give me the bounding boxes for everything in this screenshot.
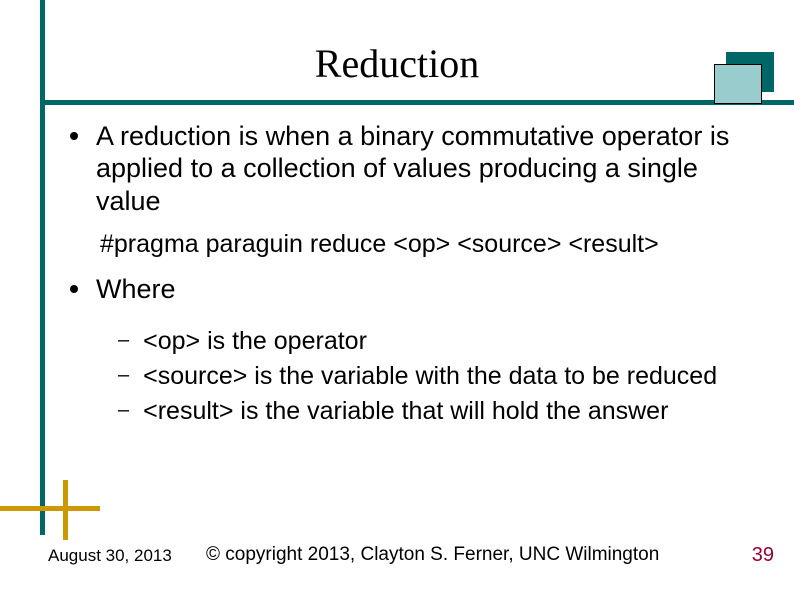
pragma-line: #pragma paraguin reduce <op> <source> <r… xyxy=(100,229,764,259)
bullet-text: Where xyxy=(96,273,176,305)
slide: Reduction A reduction is when a binary c… xyxy=(0,0,794,595)
bullet-dot-icon xyxy=(70,132,78,140)
footer-horizontal-rule xyxy=(0,506,100,511)
sub-bullet-text: <result> is the variable that will hold … xyxy=(143,396,668,427)
bullet-item: Where xyxy=(70,273,764,305)
sub-bullet-item: – <op> is the operator xyxy=(118,326,764,357)
footer-page-number: 39 xyxy=(752,544,774,567)
sub-bullet-item: – <source> is the variable with the data… xyxy=(118,361,764,392)
sub-bullet-item: – <result> is the variable that will hol… xyxy=(118,396,764,427)
title-area: Reduction xyxy=(0,0,794,105)
bullet-text: A reduction is when a binary commutative… xyxy=(96,120,764,217)
title-decor-icon xyxy=(714,52,782,104)
footer-vertical-rule xyxy=(63,480,68,540)
bullet-dash-icon: – xyxy=(118,329,129,352)
footer-date: August 30, 2013 xyxy=(48,546,172,566)
sub-bullet-text: <source> is the variable with the data t… xyxy=(143,361,717,392)
bullet-dot-icon xyxy=(70,285,78,293)
bullet-dash-icon: – xyxy=(118,364,129,387)
title-underline xyxy=(40,100,794,105)
bullet-dash-icon: – xyxy=(118,399,129,422)
slide-title: Reduction xyxy=(0,0,794,87)
bullet-item: A reduction is when a binary commutative… xyxy=(70,120,764,217)
content-area: A reduction is when a binary commutative… xyxy=(70,120,764,431)
sub-bullet-text: <op> is the operator xyxy=(143,326,367,357)
footer-copyright: © copyright 2013, Clayton S. Ferner, UNC… xyxy=(206,544,659,566)
